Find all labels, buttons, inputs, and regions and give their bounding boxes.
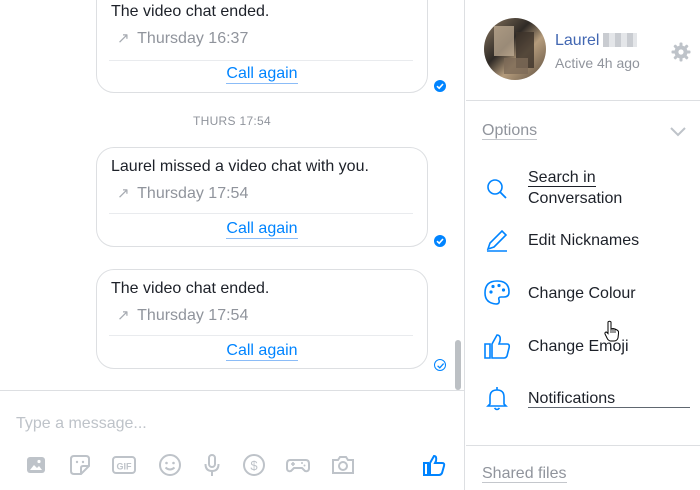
seen-check-icon [434, 80, 446, 92]
divider [466, 100, 700, 101]
divider [466, 445, 700, 446]
options-title[interactable]: Options [482, 122, 538, 140]
contact-name[interactable]: Laurel [555, 32, 638, 50]
message-list[interactable]: The video chat ended. ↗ Thursday 16:37 C… [0, 0, 464, 390]
conversation-timestamp: THURS 17:54 [193, 114, 271, 128]
card-time: ↗ Thursday 16:37 [117, 29, 248, 48]
card-time: ↗ Thursday 17:54 [117, 184, 248, 203]
microphone-icon[interactable] [198, 451, 226, 479]
card-time-text: Thursday 17:54 [137, 307, 249, 324]
payment-icon[interactable]: $ [240, 451, 268, 479]
option-label: Edit Nicknames [528, 230, 639, 251]
bell-icon [482, 383, 512, 413]
contact-name-text[interactable]: Laurel [555, 32, 599, 49]
search-in-conversation-option[interactable]: Search in Conversation [466, 166, 700, 212]
game-controller-icon[interactable] [284, 451, 312, 479]
card-title: The video chat ended. [111, 3, 270, 20]
notifications-option[interactable]: Notifications [466, 380, 700, 424]
pencil-icon [482, 225, 512, 255]
camera-icon[interactable] [329, 451, 357, 479]
svg-text:$: $ [250, 458, 258, 473]
call-again-link[interactable]: Call again [97, 220, 427, 239]
video-chat-card: The video chat ended. ↗ Thursday 17:54 C… [96, 269, 428, 369]
card-divider [109, 335, 413, 336]
option-label: Search in Conversation [528, 167, 622, 209]
call-again-label[interactable]: Call again [226, 220, 298, 239]
shared-files-title[interactable]: Shared files [482, 465, 567, 483]
thumbs-up-icon [482, 331, 512, 361]
palette-icon [482, 278, 512, 308]
option-label-line1: Search in [528, 169, 596, 187]
shared-files-header[interactable]: Shared files [482, 465, 567, 483]
card-title: Laurel missed a video chat with you. [111, 158, 369, 175]
call-again-label[interactable]: Call again [226, 342, 298, 361]
image-icon[interactable] [22, 451, 50, 479]
redacted-surname [603, 33, 638, 47]
sent-check-icon [434, 359, 446, 371]
thumbs-up-icon[interactable] [420, 451, 448, 479]
avatar[interactable] [484, 18, 546, 80]
card-time-text: Thursday 17:54 [137, 185, 249, 202]
video-chat-card: The video chat ended. ↗ Thursday 16:37 C… [96, 0, 428, 93]
change-emoji-option[interactable]: Change Emoji [466, 328, 700, 372]
card-title: The video chat ended. [111, 280, 270, 297]
outgoing-call-arrow-icon: ↗ [117, 185, 130, 202]
search-icon [482, 174, 512, 204]
chat-pane: The video chat ended. ↗ Thursday 16:37 C… [0, 0, 465, 490]
option-label: Change Colour [528, 283, 636, 304]
option-label-line2: Conversation [528, 190, 623, 207]
card-divider [109, 213, 413, 214]
gif-label: GIF [117, 462, 133, 472]
gear-icon[interactable] [670, 41, 692, 63]
card-time-text: Thursday 16:37 [137, 30, 249, 47]
notifications-underline [528, 407, 690, 408]
seen-check-icon [434, 235, 446, 247]
message-composer: Type a message... GIF $ [0, 390, 464, 490]
gif-icon[interactable]: GIF [110, 451, 138, 479]
sticker-icon[interactable] [66, 451, 94, 479]
message-input[interactable]: Type a message... [16, 415, 147, 433]
option-label-text: Change Colour [528, 285, 636, 302]
outgoing-call-arrow-icon: ↗ [117, 307, 130, 324]
option-label: Notifications [528, 388, 615, 409]
active-status: Active 4h ago [555, 55, 640, 71]
outgoing-call-arrow-icon: ↗ [117, 30, 130, 47]
option-label-text: Notifications [528, 390, 616, 407]
missed-video-chat-card: Laurel missed a video chat with you. ↗ T… [96, 147, 428, 247]
edit-nicknames-option[interactable]: Edit Nicknames [466, 222, 700, 266]
options-header[interactable]: Options [482, 122, 538, 140]
scrollbar-thumb[interactable] [455, 340, 461, 390]
card-time: ↗ Thursday 17:54 [117, 306, 248, 325]
card-divider [109, 60, 413, 61]
option-label-text: Edit Nicknames [528, 232, 640, 249]
conversation-info-pane: Laurel Active 4h ago Options Search in C… [466, 0, 700, 490]
emoji-icon[interactable] [156, 451, 184, 479]
chevron-down-icon[interactable] [666, 120, 690, 144]
hand-cursor-icon [604, 320, 620, 342]
call-again-link[interactable]: Call again [97, 65, 427, 84]
call-again-label[interactable]: Call again [226, 65, 298, 84]
call-again-link[interactable]: Call again [97, 342, 427, 361]
change-colour-option[interactable]: Change Colour [466, 275, 700, 319]
